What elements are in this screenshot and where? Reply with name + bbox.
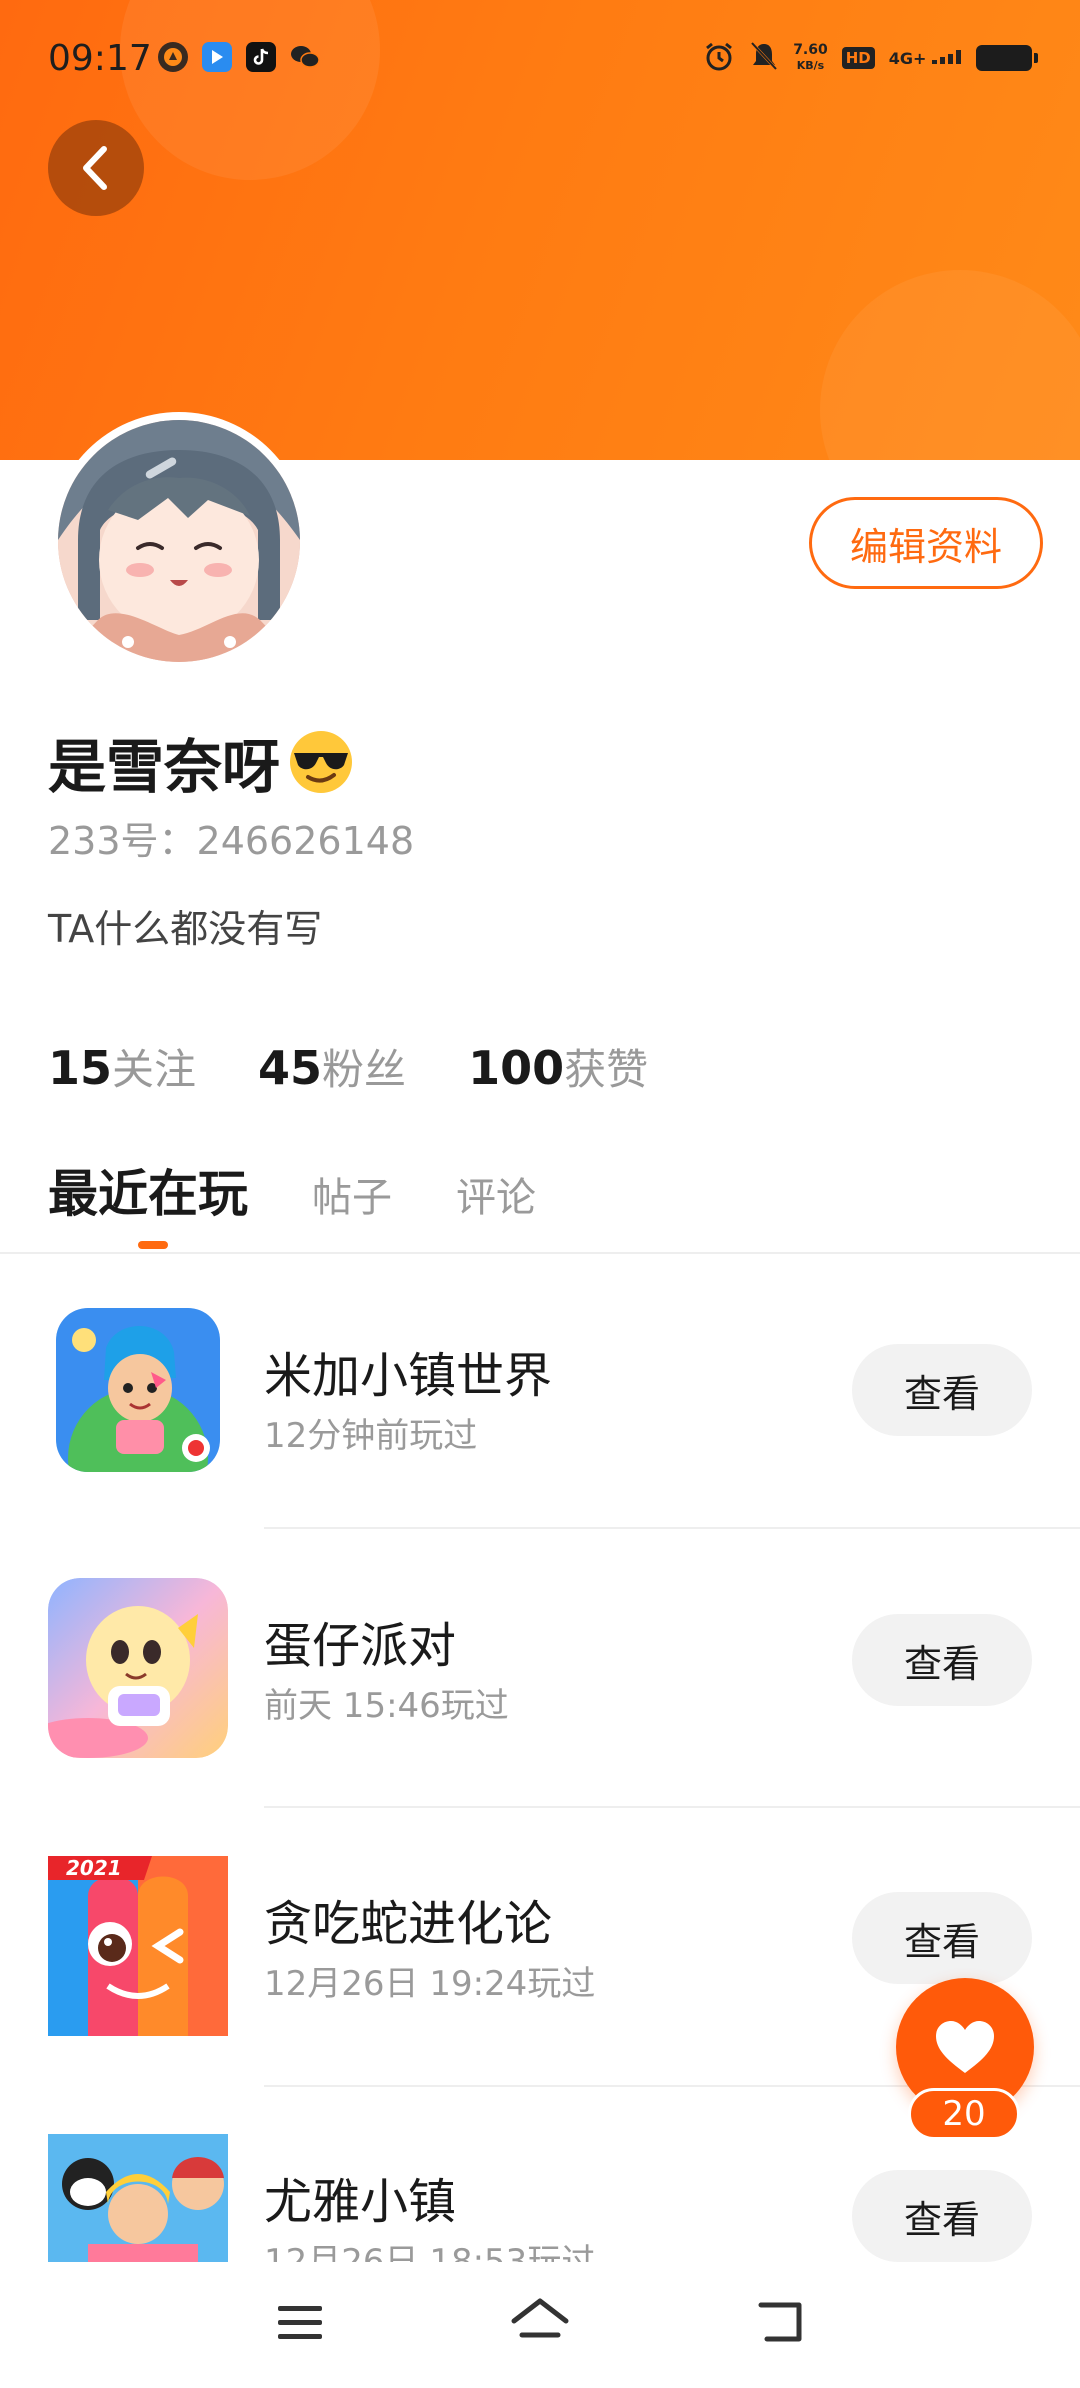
- menu-icon[interactable]: [270, 2292, 330, 2352]
- net-speed-unit: KB/s: [796, 59, 825, 72]
- stat-label: 粉丝: [322, 1045, 407, 1094]
- net-speed-value: 7.60: [793, 42, 828, 58]
- network-type: 4G+: [888, 48, 962, 68]
- list-item[interactable]: 尤雅小镇 12月26日 18:53玩过 查看: [0, 2134, 1080, 2262]
- hd-badge: HD: [841, 47, 875, 69]
- divider: [0, 1252, 1080, 1254]
- game-last-played: 12月26日 18:53玩过: [264, 2242, 596, 2262]
- game-last-played: 12月26日 19:24玩过: [264, 1964, 596, 2004]
- view-button[interactable]: 查看: [852, 1614, 1032, 1706]
- notification-icons: [158, 42, 320, 72]
- profile-stats: 15关注 45粉丝 100获赞: [48, 1036, 648, 1097]
- stat-label: 关注: [112, 1045, 197, 1094]
- game-last-played: 前天 15:46玩过: [264, 1686, 509, 1726]
- stat-followers[interactable]: 45粉丝: [258, 1036, 406, 1097]
- game-icon-snake: 2021: [48, 1856, 228, 2036]
- game-icon-yoya: [48, 2134, 228, 2262]
- active-tab-indicator: [138, 1241, 168, 1249]
- back-button[interactable]: [48, 120, 144, 216]
- home-icon[interactable]: [510, 2292, 570, 2352]
- sunglasses-emoji-icon: [286, 729, 356, 795]
- game-last-played: 12分钟前玩过: [264, 1416, 478, 1456]
- battery-icon: [976, 45, 1038, 71]
- view-button[interactable]: 查看: [852, 1892, 1032, 1984]
- avatar-image: [58, 420, 300, 662]
- user-id: 233号：246626148: [48, 819, 415, 863]
- profile-tabs: 最近在玩 帖子 评论: [48, 1154, 536, 1226]
- username: 是雪奈呀: [48, 720, 356, 804]
- edit-profile-button[interactable]: 编辑资料: [809, 497, 1043, 589]
- game-icon-eggy: [48, 1578, 228, 1758]
- game-icon-miga: [56, 1308, 220, 1472]
- chevron-left-icon: [83, 146, 107, 190]
- alarm-icon: [703, 40, 735, 76]
- system-nav-bar: [0, 2262, 1080, 2388]
- divider: [264, 1527, 1080, 1529]
- status-time: 09:17: [48, 38, 152, 79]
- icon-badge-year: 2021: [66, 1856, 122, 1880]
- heart-icon: [936, 2021, 994, 2073]
- list-item[interactable]: 米加小镇世界 12分钟前玩过 查看: [0, 1308, 1080, 1586]
- view-button[interactable]: 查看: [852, 2170, 1032, 2262]
- status-bar: 09:17 7.60 KB/s HD 4G+: [0, 0, 1080, 120]
- tab-posts[interactable]: 帖子: [312, 1165, 392, 1223]
- game-name: 蛋仔派对: [264, 1618, 457, 1674]
- network-label: 4G+: [888, 48, 927, 68]
- app-orange-icon: [158, 42, 188, 72]
- stat-number: 15: [48, 1041, 113, 1095]
- wechat-icon: [290, 42, 320, 72]
- user-bio: TA什么都没有写: [48, 907, 323, 951]
- stat-following[interactable]: 15关注: [48, 1036, 196, 1097]
- game-name: 贪吃蛇进化论: [264, 1896, 553, 1952]
- game-name: 米加小镇世界: [264, 1348, 553, 1404]
- username-text: 是雪奈呀: [48, 733, 281, 801]
- bell-off-icon: [749, 40, 779, 76]
- tiktok-icon: [246, 42, 276, 72]
- avatar[interactable]: [50, 412, 308, 670]
- stat-likes[interactable]: 100获赞: [468, 1036, 648, 1097]
- list-item[interactable]: 蛋仔派对 前天 15:46玩过 查看: [0, 1578, 1080, 1856]
- view-button[interactable]: 查看: [852, 1344, 1032, 1436]
- game-name: 尤雅小镇: [264, 2174, 457, 2230]
- back-nav-icon[interactable]: [750, 2292, 810, 2352]
- tab-recently-played[interactable]: 最近在玩: [48, 1154, 248, 1226]
- stat-label: 获赞: [564, 1045, 649, 1094]
- status-right: 7.60 KB/s HD 4G+: [703, 40, 1038, 76]
- profile-screen: 09:17 7.60 KB/s HD 4G+ 编辑资料 是雪奈呀 233号：24…: [0, 0, 1080, 2388]
- app-blue-arrow-icon: [202, 42, 232, 72]
- stat-number: 45: [258, 1041, 323, 1095]
- tab-comments[interactable]: 评论: [456, 1165, 536, 1223]
- signal-icon: [932, 49, 961, 64]
- net-speed: 7.60 KB/s: [793, 43, 828, 73]
- like-count-badge: 20: [908, 2088, 1020, 2140]
- stat-number: 100: [468, 1041, 565, 1095]
- banner-decoration: [820, 270, 1080, 460]
- divider: [264, 1806, 1080, 1808]
